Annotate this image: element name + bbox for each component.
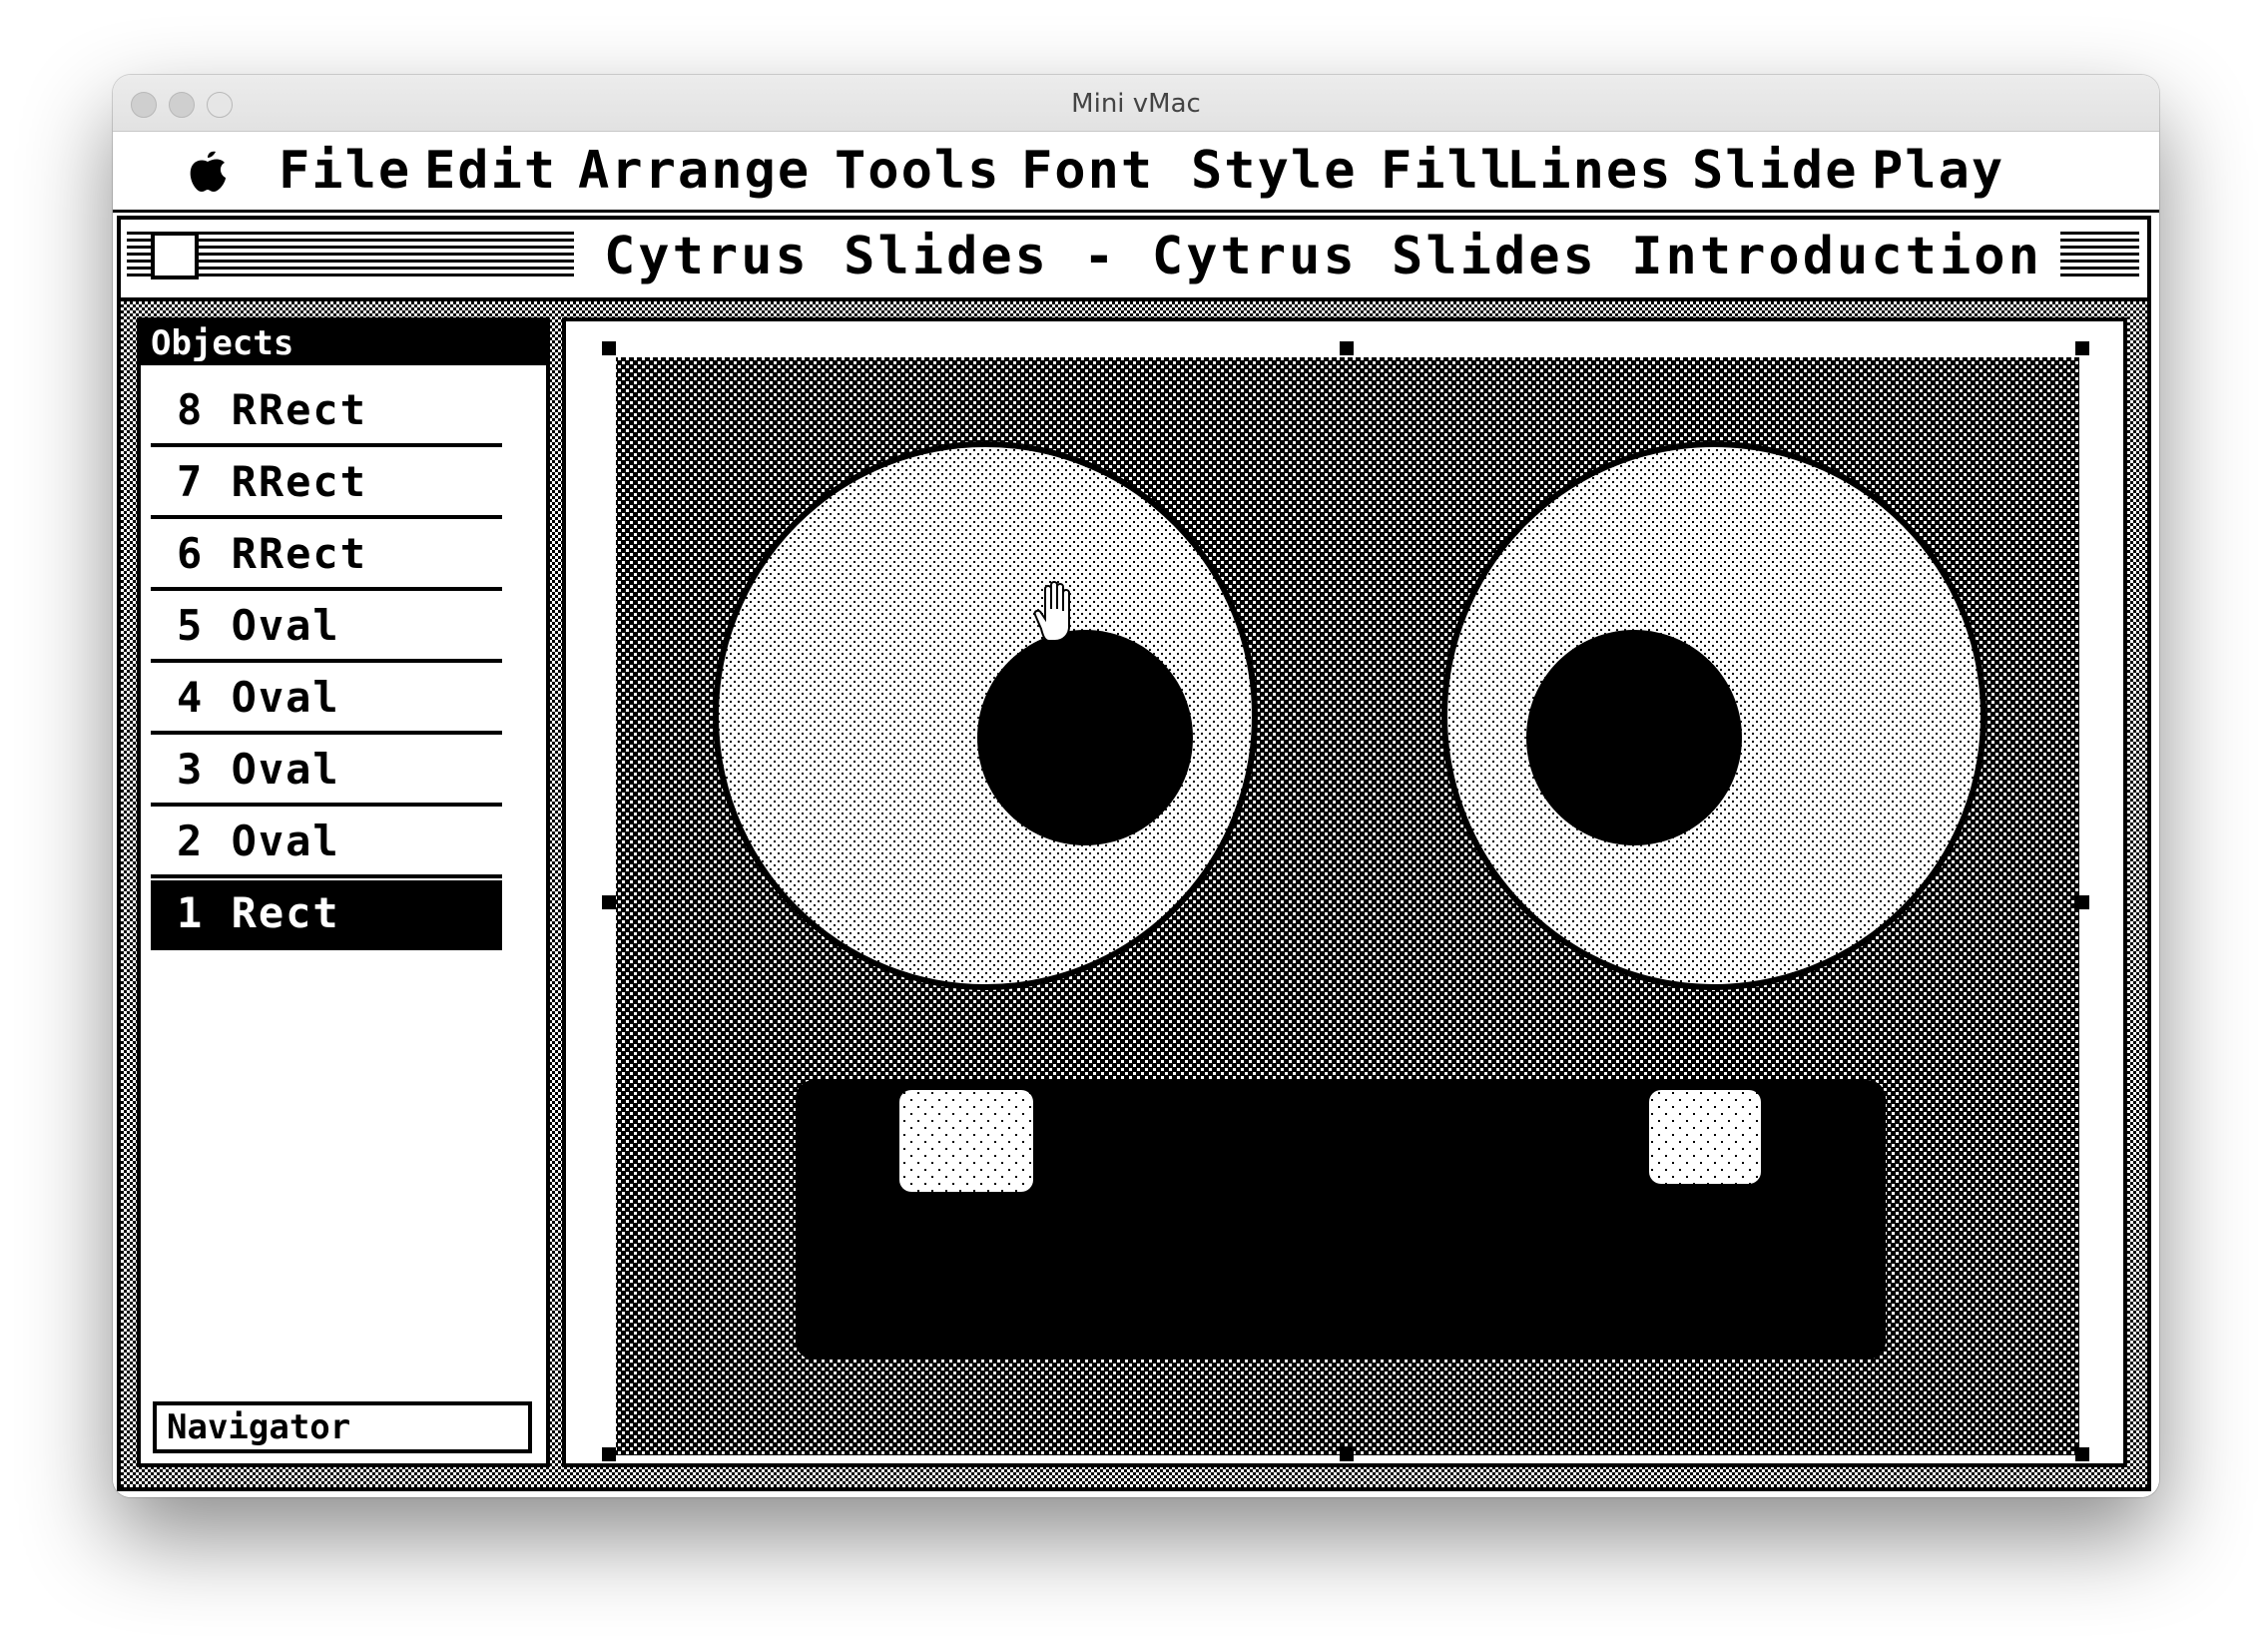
shape-7-rrect[interactable] <box>899 1090 1033 1192</box>
menu-style[interactable]: Style <box>1191 140 1358 202</box>
host-window-title: Mini vMac <box>1071 89 1201 119</box>
object-item-4-oval[interactable]: 4 Oval <box>151 665 502 735</box>
object-item-8-rrect[interactable]: 8 RRect <box>151 377 502 447</box>
objects-panel: Objects 8 RRect 7 RRect 6 RRect 5 Oval 4… <box>137 317 550 1467</box>
menu-file[interactable]: File <box>279 140 411 202</box>
object-item-1-rect[interactable]: 1 Rect <box>151 880 502 950</box>
menu-play[interactable]: Play <box>1872 140 2004 202</box>
selection-handle[interactable] <box>1340 341 1354 355</box>
document-close-box[interactable] <box>151 232 199 279</box>
apple-icon[interactable] <box>183 146 233 196</box>
selection-handle[interactable] <box>602 341 616 355</box>
menu-arrange[interactable]: Arrange <box>578 140 811 202</box>
document-content: Objects 8 RRect 7 RRect 6 RRect 5 Oval 4… <box>121 301 2147 1487</box>
menu-font[interactable]: Font <box>1021 140 1154 202</box>
shape-5-oval[interactable] <box>1526 630 1742 845</box>
slide-drawing <box>616 357 2079 1455</box>
selection-handle[interactable] <box>2075 341 2089 355</box>
navigator-button[interactable]: Navigator <box>153 1401 532 1453</box>
document-window: Cytrus Slides - Cytrus Slides Introducti… <box>117 216 2151 1491</box>
object-item-7-rrect[interactable]: 7 RRect <box>151 449 502 519</box>
object-item-6-rrect[interactable]: 6 RRect <box>151 521 502 591</box>
slide-canvas[interactable] <box>562 317 2127 1467</box>
shape-4-oval[interactable] <box>977 630 1193 845</box>
selection-handle[interactable] <box>1340 1447 1354 1461</box>
shape-8-rrect[interactable] <box>1649 1090 1761 1184</box>
selection-handle[interactable] <box>2075 1447 2089 1461</box>
document-title: Cytrus Slides - Cytrus Slides Introducti… <box>586 224 2060 289</box>
objects-panel-header: Objects <box>141 321 546 365</box>
menu-edit[interactable]: Edit <box>424 140 557 202</box>
object-item-3-oval[interactable]: 3 Oval <box>151 737 502 807</box>
menu-fill[interactable]: Fill <box>1381 140 1513 202</box>
menu-bar: File Edit Arrange Tools Font Style Fill … <box>113 132 2159 213</box>
host-window: Mini vMac File Edit Arrange Tools Font S… <box>113 75 2159 1497</box>
selection-handle[interactable] <box>602 895 616 909</box>
emulator-screen: File Edit Arrange Tools Font Style Fill … <box>113 132 2159 1497</box>
selection-handle[interactable] <box>2075 895 2089 909</box>
selection-handle[interactable] <box>602 1447 616 1461</box>
object-item-5-oval[interactable]: 5 Oval <box>151 593 502 663</box>
menu-slide[interactable]: Slide <box>1692 140 1859 202</box>
menu-lines[interactable]: Lines <box>1506 140 1673 202</box>
object-item-2-oval[interactable]: 2 Oval <box>151 809 502 878</box>
host-titlebar: Mini vMac <box>113 75 2159 132</box>
menu-tools[interactable]: Tools <box>835 140 1001 202</box>
document-titlebar[interactable]: Cytrus Slides - Cytrus Slides Introducti… <box>121 220 2147 301</box>
